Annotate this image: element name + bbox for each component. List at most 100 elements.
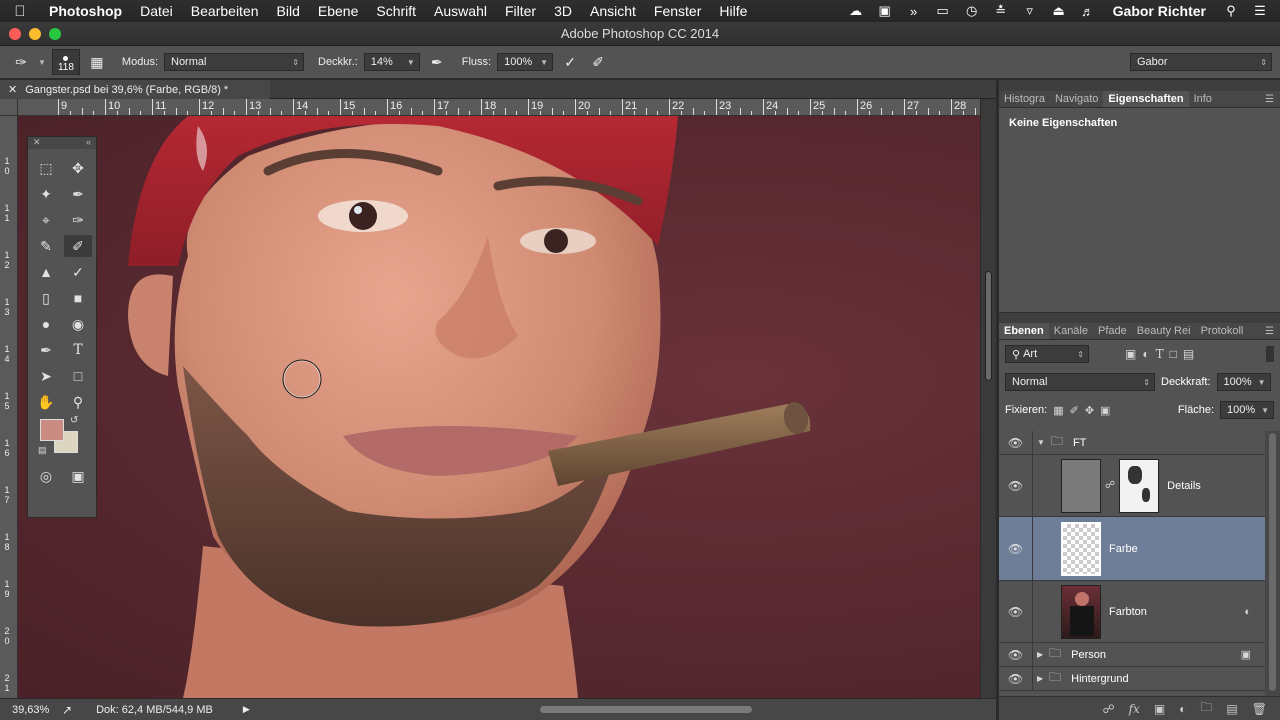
close-tab-icon[interactable]: ✕ xyxy=(8,83,17,96)
tab-info[interactable]: Info xyxy=(1189,91,1217,107)
menu-fenster[interactable]: Fenster xyxy=(645,3,710,19)
scroll-thumb[interactable] xyxy=(1269,433,1276,691)
brush-tool-icon[interactable]: ✐ xyxy=(64,235,92,257)
menu-auswahl[interactable]: Auswahl xyxy=(425,3,496,19)
brush-size-picker[interactable]: 118 xyxy=(51,49,80,75)
menu-ansicht[interactable]: Ansicht xyxy=(581,3,645,19)
forward-icon[interactable]: » xyxy=(906,4,922,19)
hand-tool-icon[interactable]: ✋ xyxy=(32,391,60,413)
layer-mask-thumbnail[interactable] xyxy=(1119,458,1160,513)
blur-tool-icon[interactable]: ● xyxy=(32,313,60,335)
document-tab[interactable]: ✕ Gangster.psd bei 39,6% (Farbe, RGB/8) … xyxy=(0,80,270,99)
visibility-eye-icon[interactable]: 👁 xyxy=(999,581,1033,642)
wifi-icon[interactable]: ▿ xyxy=(1022,3,1038,19)
airplay-icon[interactable]: ▭ xyxy=(935,3,951,19)
collapse-triangle-icon[interactable]: ▶ xyxy=(1037,674,1043,683)
lasso-tool-icon[interactable]: ✦ xyxy=(32,183,60,205)
new-layer-icon[interactable]: ▤ xyxy=(1226,702,1237,716)
layer-details[interactable]: 👁 ☍ Details xyxy=(999,455,1265,517)
menu-hilfe[interactable]: Hilfe xyxy=(710,3,756,19)
lock-transparent-icon[interactable]: ▦ xyxy=(1053,404,1063,417)
ruler-origin[interactable] xyxy=(0,99,18,116)
filter-toggle[interactable] xyxy=(1266,346,1274,362)
gradient-tool-icon[interactable]: ■ xyxy=(64,287,92,309)
dodge-tool-icon[interactable]: ◉ xyxy=(64,313,92,335)
rect-marquee-tool-icon[interactable]: ⬚ xyxy=(32,157,60,179)
tab-histogram[interactable]: Histogra xyxy=(999,91,1050,107)
layer-group-person[interactable]: 👁 ▶ 🗀 Person ▣ xyxy=(999,643,1265,667)
lock-pixels-icon[interactable]: ✐ xyxy=(1070,404,1079,417)
cloud-icon[interactable]: ☁ xyxy=(848,3,864,19)
visibility-eye-icon[interactable]: 👁 xyxy=(999,455,1033,516)
smart-filter-icon[interactable]: ◐ xyxy=(1244,606,1251,618)
horizontal-ruler[interactable]: 9 10 11 12 13 14 15 16 17 18 19 20 21 22 23 24 25 26 27 28 xyxy=(18,99,980,116)
foreground-color-swatch[interactable] xyxy=(40,419,64,441)
layer-farbe[interactable]: 👁 Farbe xyxy=(999,517,1265,581)
tab-paths[interactable]: Pfade xyxy=(1093,323,1132,339)
healing-brush-tool-icon[interactable]: ✎ xyxy=(32,235,60,257)
opacity-field[interactable]: 14% ▼ xyxy=(363,53,420,71)
blend-mode-dropdown[interactable]: Normal ⇕ xyxy=(1005,373,1155,391)
link-layers-icon[interactable]: ☍ xyxy=(1102,702,1114,716)
zoom-window-button[interactable] xyxy=(49,28,61,40)
new-adjustment-icon[interactable]: ◐ xyxy=(1179,702,1186,716)
lock-all-icon[interactable]: ▣ xyxy=(1100,404,1110,417)
volume-icon[interactable]: ♬ xyxy=(1080,4,1096,19)
fill-field[interactable]: 100% ▼ xyxy=(1220,401,1274,419)
spotlight-search-icon[interactable]: ⚲ xyxy=(1223,3,1239,19)
expand-triangle-icon[interactable]: ▼ xyxy=(1037,438,1045,447)
visibility-eye-icon[interactable]: 👁 xyxy=(999,431,1033,454)
crop-tool-icon[interactable]: ⌖ xyxy=(32,209,60,231)
layer-farbton[interactable]: 👁 Farbton ◐ xyxy=(999,581,1265,643)
visibility-eye-icon[interactable]: 👁 xyxy=(999,643,1033,666)
quick-select-tool-icon[interactable]: ✒ xyxy=(64,183,92,205)
visibility-eye-icon[interactable]: 👁 xyxy=(999,517,1033,580)
layers-scrollbar[interactable] xyxy=(1265,431,1280,696)
brush-preset-icon[interactable]: ✑ xyxy=(10,51,32,73)
vertical-ruler[interactable]: 1 0 1 1 1 2 1 3 1 4 1 5 1 6 1 7 1 8 1 9 2 0 2 1 xyxy=(0,116,18,698)
tab-layers[interactable]: Ebenen xyxy=(999,323,1049,339)
add-mask-icon[interactable]: ▣ xyxy=(1154,702,1165,716)
pressure-size-icon[interactable]: ✐ xyxy=(587,51,609,73)
apple-icon[interactable]:  xyxy=(0,3,40,20)
screen-mode-icon[interactable]: ▣ xyxy=(64,465,92,487)
layer-group-ft[interactable]: 👁 ▼ 🗀 FT xyxy=(999,431,1265,455)
status-menu-arrow-icon[interactable]: ▶ xyxy=(213,704,250,715)
move-tool-icon[interactable]: ✥ xyxy=(64,157,92,179)
tab-properties[interactable]: Eigenschaften xyxy=(1103,91,1189,107)
filter-adjustment-icon[interactable]: ◐ xyxy=(1142,347,1149,361)
layer-opacity-field[interactable]: 100% ▼ xyxy=(1216,373,1271,391)
brush-preset-arrow-icon[interactable]: ▼ xyxy=(38,58,46,67)
menu-app[interactable]: Photoshop xyxy=(40,3,131,19)
display-icon[interactable]: ▣ xyxy=(877,3,893,19)
notification-list-icon[interactable]: ☰ xyxy=(1252,3,1268,19)
pressure-opacity-icon[interactable]: ✒ xyxy=(426,51,448,73)
brush-panel-toggle-icon[interactable]: ▦ xyxy=(86,51,108,73)
eraser-tool-icon[interactable]: ▯ xyxy=(32,287,60,309)
zoom-level[interactable]: 39,63% xyxy=(0,704,52,716)
mode-dropdown[interactable]: Normal ⇕ xyxy=(164,53,304,71)
menu-schrift[interactable]: Schrift xyxy=(367,3,425,19)
flow-field[interactable]: 100% ▼ xyxy=(497,53,554,71)
menu-bearbeiten[interactable]: Bearbeiten xyxy=(182,3,268,19)
default-colors-icon[interactable]: ▤ xyxy=(38,445,47,456)
tab-history[interactable]: Protokoll xyxy=(1196,323,1249,339)
menu-bild[interactable]: Bild xyxy=(268,3,309,19)
close-panel-icon[interactable]: ✕ xyxy=(33,137,41,149)
collapse-triangle-icon[interactable]: ▶ xyxy=(1037,650,1043,659)
bluetooth-icon[interactable]: ≛ xyxy=(993,3,1009,19)
mask-icon[interactable]: ▣ xyxy=(1241,648,1251,661)
lock-position-icon[interactable]: ✥ xyxy=(1085,404,1094,417)
zoom-tool-icon[interactable]: ⚲ xyxy=(64,391,92,413)
tab-navigator[interactable]: Navigato xyxy=(1050,91,1103,107)
filter-smart-object-icon[interactable]: ▤ xyxy=(1183,347,1194,361)
close-window-button[interactable] xyxy=(9,28,21,40)
menu-filter[interactable]: Filter xyxy=(496,3,545,19)
panel-menu-icon[interactable]: ☰ xyxy=(1265,94,1274,105)
collapse-panel-icon[interactable]: « xyxy=(86,137,91,149)
clone-stamp-tool-icon[interactable]: ▲ xyxy=(32,261,60,283)
layer-group-hintergrund[interactable]: 👁 ▶ 🗀 Hintergrund xyxy=(999,667,1265,691)
link-icon[interactable]: ☍ xyxy=(1105,480,1115,491)
quick-mask-icon[interactable]: ◎ xyxy=(32,465,60,487)
eyedropper-tool-icon[interactable]: ✑ xyxy=(64,209,92,231)
